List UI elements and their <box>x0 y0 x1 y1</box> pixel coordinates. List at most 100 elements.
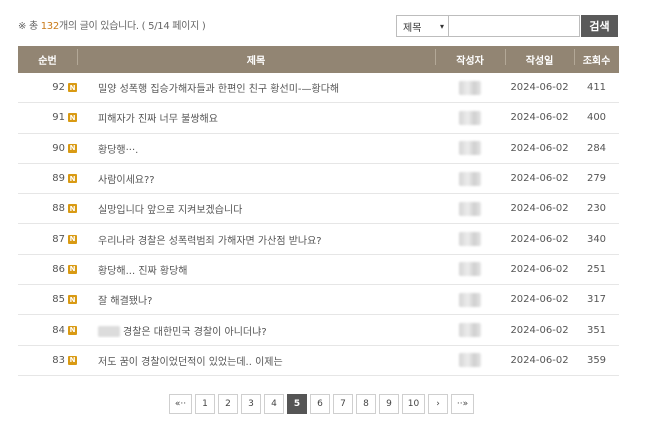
page-4-button[interactable]: 4 <box>264 394 284 414</box>
date-cell: 2024-06-02 <box>510 354 569 366</box>
new-badge: N <box>68 113 77 123</box>
last-page-button[interactable]: ··» <box>451 394 474 414</box>
writer-cell <box>435 110 505 125</box>
views-cell: 251 <box>586 263 607 275</box>
table-header: 순번 제목 작성자 작성일 조회수 <box>18 46 619 73</box>
new-badge: N <box>68 355 77 365</box>
row-number: 88 N <box>52 203 77 215</box>
blurred-writer-name <box>459 262 481 277</box>
writer-cell <box>435 292 505 307</box>
date-cell: 2024-06-02 <box>510 173 569 185</box>
table-row[interactable]: 90 N 황당행···. 2024-06-02 284 <box>18 134 619 164</box>
search-input[interactable] <box>449 15 580 37</box>
post-title-link[interactable]: 황당해... 진짜 황당해 <box>77 262 435 277</box>
table-row[interactable]: 84 N 경찰은 대한민국 경찰이 아니더냐? 2024-06-02 351 <box>18 315 619 346</box>
row-number: 85 N <box>52 294 77 306</box>
post-title-link[interactable]: 황당행···. <box>77 141 435 156</box>
chevron-down-icon: ▾ <box>439 21 444 31</box>
views-cell: 340 <box>586 233 607 245</box>
next-page-button[interactable]: › <box>428 394 448 414</box>
date-cell: 2024-06-02 <box>510 82 569 94</box>
views-cell: 359 <box>586 354 607 366</box>
blurred-writer-name <box>459 141 481 156</box>
header-writer: 작성자 <box>435 49 505 67</box>
page-1-button[interactable]: 1 <box>195 394 215 414</box>
page-3-button[interactable]: 3 <box>241 394 261 414</box>
writer-cell <box>435 171 505 186</box>
writer-cell <box>435 201 505 216</box>
header-no: 순번 <box>38 56 57 67</box>
post-count: 132 <box>40 21 59 32</box>
new-badge: N <box>68 325 77 335</box>
page-8-button[interactable]: 8 <box>356 394 376 414</box>
date-cell: 2024-06-02 <box>510 112 569 124</box>
row-number: 92 N <box>52 82 77 94</box>
post-title-link[interactable]: 저도 꿈이 경찰이었던적이 있었는데.. 이제는 <box>77 353 435 368</box>
views-cell: 400 <box>586 112 607 124</box>
date-cell: 2024-06-02 <box>510 142 569 154</box>
new-badge: N <box>68 264 77 274</box>
search-button[interactable]: 검색 <box>581 15 618 37</box>
table-row[interactable]: 85 N 잘 해결됐나? 2024-06-02 317 <box>18 285 619 316</box>
writer-cell <box>435 353 505 368</box>
views-cell: 279 <box>586 173 607 185</box>
row-number: 89 N <box>52 173 77 185</box>
row-number: 83 N <box>52 354 77 366</box>
pagination: «·· 1 2 3 4 5 6 7 8 9 10 › ··» <box>169 394 474 414</box>
views-cell: 230 <box>586 203 607 215</box>
row-number: 90 N <box>52 142 77 154</box>
post-title-link[interactable]: 실망입니다 앞으로 지켜보겠습니다 <box>77 201 435 216</box>
first-page-button[interactable]: «·· <box>169 394 192 414</box>
views-cell: 284 <box>586 142 607 154</box>
table-row[interactable]: 87 N 우리나라 경찰은 성폭력범죄 가해자면 가산점 받나요? 2024-06-0… <box>18 224 619 255</box>
date-cell: 2024-06-02 <box>510 324 569 336</box>
post-title-link[interactable]: 경찰은 대한민국 경찰이 아니더냐? <box>77 323 435 338</box>
table-row[interactable]: 86 N 황당해... 진짜 황당해 2024-06-02 251 <box>18 255 619 286</box>
blurred-writer-name <box>459 292 481 307</box>
blurred-writer-name <box>459 232 481 247</box>
page-2-button[interactable]: 2 <box>218 394 238 414</box>
page-9-button[interactable]: 9 <box>379 394 399 414</box>
row-number: 87 N <box>52 233 77 245</box>
blurred-text <box>98 326 120 338</box>
writer-cell <box>435 262 505 277</box>
table-row[interactable]: 92 N 밀양 성폭행 집승가해자들과 한편인 친구 황선미-—황다해 2024-06… <box>18 73 619 104</box>
new-badge: N <box>68 174 77 184</box>
header-date: 작성일 <box>505 49 574 67</box>
header-views: 조회수 <box>574 49 619 67</box>
date-cell: 2024-06-02 <box>510 203 569 215</box>
blurred-writer-name <box>459 171 481 186</box>
views-cell: 317 <box>586 294 607 306</box>
views-cell: 411 <box>586 82 607 94</box>
post-count-summary: ※ 총 132개의 글이 있습니다. ( 5/14 페이지 ) <box>18 21 206 32</box>
header-title: 제목 <box>77 49 435 67</box>
page-7-button[interactable]: 7 <box>333 394 353 414</box>
table-row[interactable]: 88 N 실망입니다 앞으로 지켜보겠습니다 2024-06-02 230 <box>18 194 619 225</box>
post-title-link[interactable]: 사람이세요?? <box>77 171 435 186</box>
views-cell: 351 <box>586 324 607 336</box>
post-title-link[interactable]: 우리나라 경찰은 성폭력범죄 가해자면 가산점 받나요? <box>77 232 435 247</box>
search-field-select[interactable]: 제목 ▾ <box>396 15 449 37</box>
page-6-button[interactable]: 6 <box>310 394 330 414</box>
page-5-button[interactable]: 5 <box>287 394 307 414</box>
date-cell: 2024-06-02 <box>510 233 569 245</box>
blurred-writer-name <box>459 80 481 95</box>
post-title-link[interactable]: 밀양 성폭행 집승가해자들과 한편인 친구 황선미-—황다해 <box>77 80 435 95</box>
new-badge: N <box>68 143 77 153</box>
table-row[interactable]: 91 N 피해자가 진짜 너무 불쌍해요 2024-06-02 400 <box>18 103 619 134</box>
writer-cell <box>435 80 505 95</box>
row-number: 91 N <box>52 112 77 124</box>
table-row[interactable]: 89 N 사람이세요?? 2024-06-02 279 <box>18 164 619 195</box>
blurred-writer-name <box>459 353 481 368</box>
new-badge: N <box>68 83 77 93</box>
blurred-writer-name <box>459 110 481 125</box>
search-bar: 제목 ▾ 검색 <box>396 15 618 37</box>
table-row[interactable]: 83 N 저도 꿈이 경찰이었던적이 있었는데.. 이제는 2024-06-02 359 <box>18 346 619 376</box>
row-number: 84 N <box>52 324 77 336</box>
page-10-button[interactable]: 10 <box>402 394 425 414</box>
writer-cell <box>435 232 505 247</box>
blurred-writer-name <box>459 323 481 338</box>
row-number: 86 N <box>52 263 77 275</box>
post-title-link[interactable]: 잘 해결됐나? <box>77 292 435 307</box>
post-title-link[interactable]: 피해자가 진짜 너무 불쌍해요 <box>77 110 435 125</box>
